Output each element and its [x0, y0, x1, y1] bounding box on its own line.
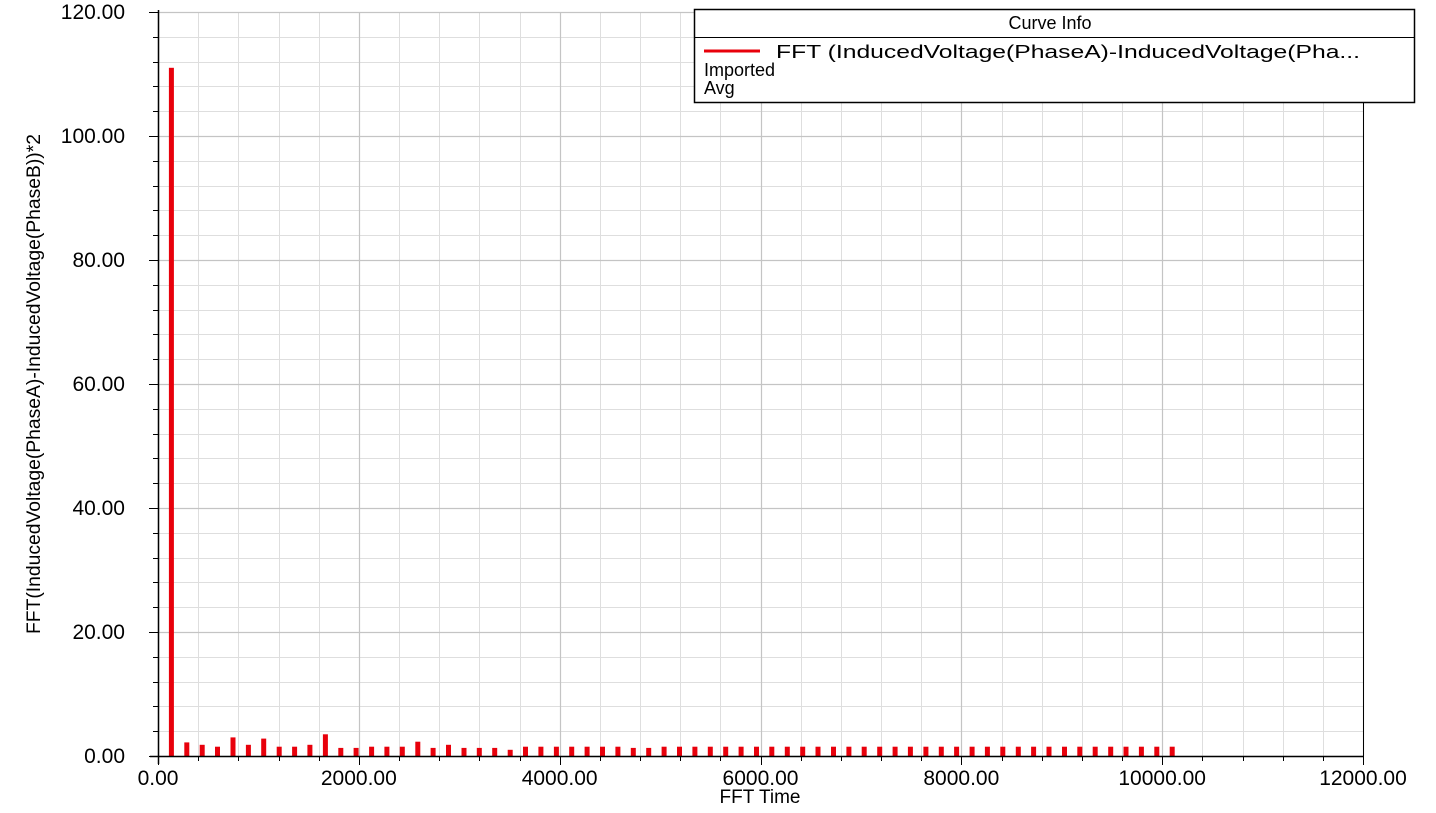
bar: [815, 746, 821, 756]
bar: [446, 744, 451, 756]
bar: [692, 746, 698, 756]
y-tick-label: 80.00: [72, 249, 125, 272]
x-tick-label: 10000.00: [1118, 767, 1206, 790]
bar: [800, 746, 806, 756]
bar: [1031, 746, 1037, 756]
bar: [523, 746, 528, 756]
bar: [415, 741, 421, 756]
bar: [877, 746, 883, 756]
grid: [157, 11, 1365, 758]
bar: [615, 746, 621, 756]
bar: [245, 744, 251, 756]
bar: [461, 747, 467, 756]
bar: [831, 746, 836, 756]
x-tick-label: 8000.00: [923, 767, 999, 790]
bar: [292, 746, 298, 756]
axes: 0.00 2000.00 4000.00 6000.00 8000.00 10000.00…: [61, 1, 1407, 790]
bar: [384, 746, 390, 756]
fft-chart: 0.00 2000.00 4000.00 6000.00 8000.00 10000.00…: [24, 1, 1416, 808]
y-tick-label: 40.00: [72, 497, 125, 520]
y-axis-title: FFT(InducedVoltage(PhaseA)-InducedVoltag…: [24, 134, 45, 634]
bar: [754, 746, 759, 756]
bar: [353, 747, 359, 756]
bar: [168, 67, 174, 757]
bar: [1092, 746, 1098, 756]
bar: [553, 746, 559, 756]
x-tick-label: 0.00: [138, 767, 179, 790]
bar: [184, 742, 190, 756]
bar: [661, 746, 667, 756]
bar: [923, 746, 929, 756]
bar: [769, 746, 775, 756]
y-tick-label: 120.00: [61, 1, 125, 24]
bar: [738, 746, 744, 756]
bar: [569, 746, 575, 756]
y-tick-label: 60.00: [72, 373, 125, 396]
bar: [1169, 746, 1175, 756]
x-tick-label: 2000.00: [321, 767, 397, 790]
x-axis-title: FFT Time: [720, 787, 801, 808]
y-tick-label: 100.00: [61, 125, 125, 148]
bar: [538, 746, 544, 756]
bar: [1123, 746, 1129, 756]
bar: [600, 746, 605, 756]
legend-line-imported: Imported: [704, 60, 775, 80]
bar: [1077, 746, 1083, 756]
bar: [276, 746, 282, 756]
legend-line-avg: Avg: [704, 78, 735, 98]
bar: [584, 746, 590, 756]
bar: [307, 744, 313, 756]
bar: [969, 746, 975, 756]
bar: [1138, 746, 1144, 756]
bar: [230, 737, 236, 756]
bar: [215, 746, 220, 756]
bar: [1046, 746, 1052, 756]
bar: [938, 746, 944, 756]
bar: [646, 747, 652, 756]
bar: [784, 746, 790, 756]
bar: [984, 746, 990, 756]
bar: [338, 747, 344, 756]
legend-entry-label: FFT (InducedVoltage(PhaseA)-InducedVolta…: [776, 42, 1360, 62]
bar: [430, 747, 436, 756]
bar: [492, 747, 498, 756]
bar: [907, 746, 913, 756]
bar: [476, 747, 482, 756]
bar: [1154, 746, 1160, 756]
bar: [723, 746, 729, 756]
bar: [630, 747, 636, 756]
bar: [707, 746, 713, 756]
bar: [199, 744, 205, 756]
bar: [507, 749, 513, 756]
bar: [261, 738, 267, 756]
legend: Curve Info FFT (InducedVoltage(PhaseA)-I…: [693, 8, 1416, 104]
x-tick-label: 4000.00: [522, 767, 598, 790]
bar: [846, 746, 852, 756]
bar: [1062, 746, 1067, 756]
y-tick-label: 0.00: [84, 745, 125, 768]
bar: [1108, 746, 1114, 756]
x-tick-label: 12000.00: [1319, 767, 1407, 790]
bar: [322, 734, 328, 756]
bar: [1015, 746, 1021, 756]
bar: [892, 746, 898, 756]
legend-title: Curve Info: [1008, 13, 1091, 33]
y-tick-label: 20.00: [72, 621, 125, 644]
bar: [399, 746, 405, 756]
bar: [861, 746, 867, 756]
bar: [677, 746, 682, 756]
bar: [1000, 746, 1006, 756]
bar: [954, 746, 960, 756]
bar: [369, 746, 375, 756]
